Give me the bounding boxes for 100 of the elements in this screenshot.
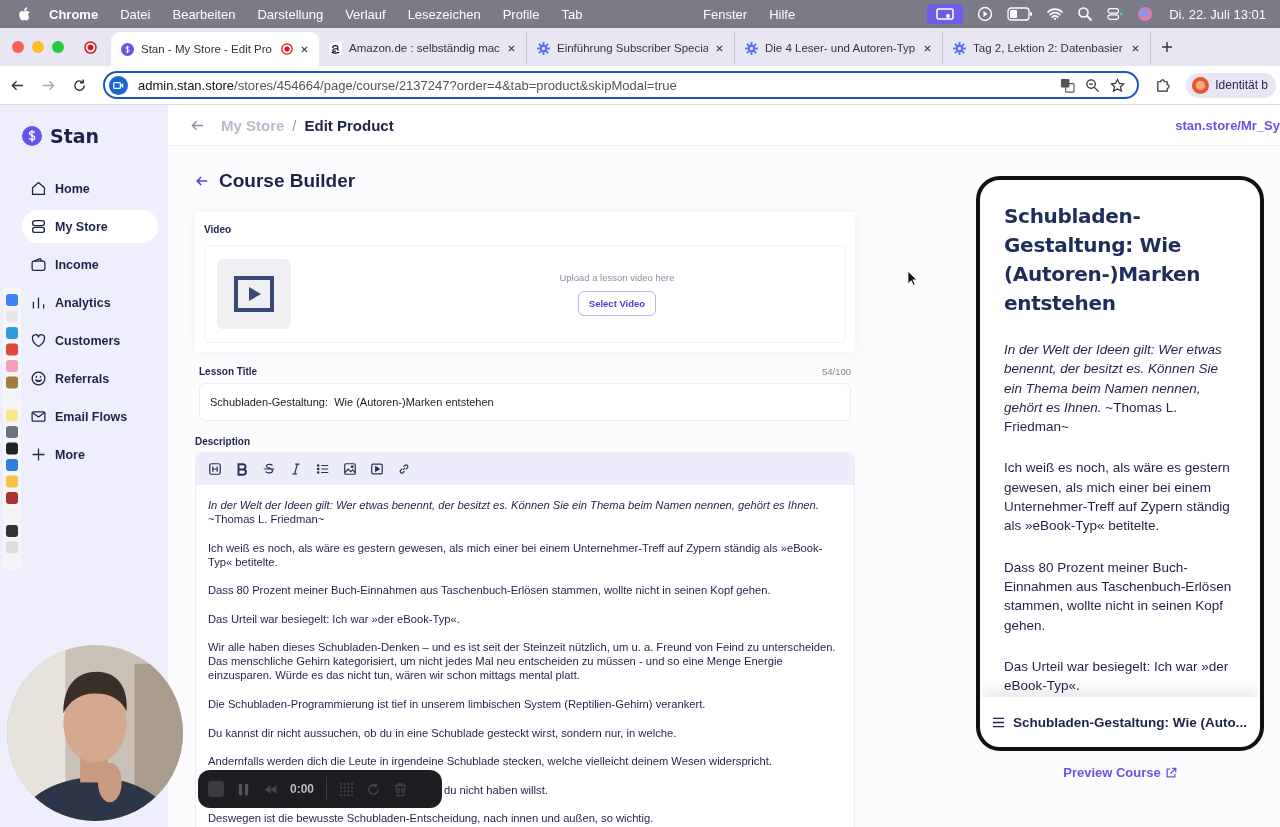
sidebar-item[interactable]: Customers (22, 324, 158, 357)
mouse-cursor-icon (907, 270, 918, 287)
paragraph: Das Urteil war besiegelt: Ich war »der eBook-Typ«. (1004, 657, 1230, 696)
browser-tab[interactable]: Stan - My Store - Edit Pro (111, 32, 319, 66)
paragraph: du nicht haben willst. (444, 782, 548, 797)
upload-hint: Upload a lesson video here (559, 272, 675, 283)
close-icon[interactable] (507, 43, 516, 53)
menu-item[interactable]: Fenster (703, 6, 748, 22)
strike-icon[interactable] (262, 462, 276, 476)
preview-course-link[interactable]: Preview Course (1063, 765, 1177, 780)
menu-item[interactable]: Verlauf (345, 6, 386, 22)
screen-share-icon[interactable] (927, 4, 964, 24)
recording-time: 0:00 (290, 782, 315, 796)
link-icon[interactable] (397, 462, 411, 476)
menu-item[interactable]: Tab (561, 6, 583, 22)
dock-drawing[interactable] (3, 288, 21, 570)
back-arrow-icon[interactable] (195, 174, 209, 188)
close-icon[interactable] (715, 43, 724, 53)
plus-icon (30, 446, 47, 463)
menu-item[interactable]: Lesezeichen (407, 6, 481, 22)
restart-icon[interactable] (366, 781, 382, 797)
menu-item[interactable]: Datei (120, 6, 151, 22)
paragraph: Das Urteil war besiegelt: Ich war »der eBook-Typ«. (208, 611, 461, 626)
search-icon[interactable] (1077, 6, 1094, 22)
paragraph: In der Welt der Ideen gilt: Wer etwas benennt, der besitzt es. Können Sie ein Thema beim Namen nennen, gehört es Ihnen. ~Thomas L. Friedman~ (208, 498, 820, 526)
paragraph: Die Schubladen-Programmierung ist tief in unserem limbischen System (Reptilien-Gehirn) verankert. (208, 696, 707, 711)
browser-tab[interactable]: Die 4 Leser- und Autoren-Typ (735, 32, 943, 64)
close-icon[interactable] (923, 43, 932, 53)
star-icon[interactable] (1110, 77, 1126, 93)
list-icon[interactable] (316, 462, 330, 476)
breadcrumb-separator: / (292, 116, 297, 134)
paragraph: Dass 80 Prozent meiner Buch-Einnahmen aus Taschenbuch-Erlösen stammen, wollte nicht in seinen Kopf gehen. (208, 583, 772, 598)
control-center-icon[interactable] (1107, 6, 1124, 22)
extensions-icon[interactable] (1155, 77, 1171, 93)
paragraph: In der Welt der Ideen gilt: Wer etwas benennt, der besitzt es. Können Sie ein Thema beim Namen nennen, gehört es Ihnen. ~Thomas L. Friedman~ (1004, 341, 1223, 437)
section-title: Course Builder (219, 170, 356, 192)
reload-icon[interactable] (72, 77, 87, 93)
mail-icon (30, 408, 47, 425)
close-icon[interactable] (300, 44, 309, 54)
gear-icon (953, 41, 966, 55)
play-icon[interactable] (977, 6, 994, 22)
lesson-nav-bar[interactable]: Schubladen-Gestaltung: Wie (Auto... (980, 697, 1260, 747)
menu-item[interactable]: Bearbeiten (172, 6, 236, 22)
bars-icon (30, 294, 47, 311)
video-icon[interactable] (370, 462, 384, 476)
paragraph: Ich weiß es noch, als wäre es gestern gewesen, als mich einer bei einem Unternehmer-Treff auf Zypern ständig als »eBook-Typ« betitelte. (208, 540, 824, 569)
battery-icon[interactable] (1007, 7, 1034, 21)
sidebar-item[interactable]: Email Flows (22, 400, 158, 433)
menu-item[interactable]: Hilfe (769, 6, 796, 22)
character-counter: 54/100 (821, 366, 851, 377)
brand-name: Stan (50, 125, 100, 147)
heading-icon[interactable] (208, 462, 222, 476)
sidebar-item[interactable]: Referrals (22, 362, 158, 395)
description-editor[interactable] (195, 452, 855, 827)
sidebar-item[interactable]: Home (22, 172, 158, 205)
record-icon (281, 43, 293, 55)
paragraph: Ich weiß es noch, als wäre es gestern gewesen, als mich einer bei einem Unternehmer-Treff auf Zypern ständig als »eBook-Typ« betitelte. (1004, 459, 1231, 536)
address-bar[interactable]: admin.stan.store/stores/454664/page/course/2137247?order=4&tab=product&skipModal=true (103, 71, 1140, 99)
translate-icon[interactable] (1060, 77, 1076, 93)
dollar-icon (121, 42, 134, 56)
sidebar-item[interactable]: Income (22, 248, 158, 281)
avatar-icon (1192, 76, 1210, 94)
gear-icon (537, 41, 550, 55)
sidebar-item[interactable]: Analytics (22, 286, 158, 319)
field-label: Video (204, 224, 233, 235)
browser-tab[interactable]: Tag 2, Lektion 2: Datenbasier (943, 32, 1151, 64)
store-link[interactable]: stan.store/Mr_Sy (1175, 117, 1280, 133)
new-tab-icon[interactable] (1161, 41, 1173, 53)
video-icon (234, 276, 274, 312)
browser-tab[interactable]: Amazon.de : selbständig mac (319, 32, 527, 64)
clock[interactable]: Di. 22. Juli 13:01 (1169, 6, 1266, 22)
gear-icon (745, 41, 758, 55)
zoom-icon[interactable] (1085, 77, 1101, 93)
heart-icon (30, 332, 47, 349)
menu-icon[interactable] (992, 716, 1005, 728)
paragraph: Andernfalls werden dich die Leute in irgendeine Schublade stecken, welche vielleicht deinem Wesen widerspricht. (208, 754, 773, 769)
page-title: Edit Product (304, 116, 394, 134)
bold-icon[interactable] (235, 462, 249, 476)
menu-item[interactable]: Profile (502, 6, 540, 22)
paragraph: Deswegen ist die bewusste Schubladen-Entscheidung, nach innen und außen, so wichtig. (208, 811, 655, 826)
apple-icon[interactable] (18, 6, 31, 22)
field-label: Lesson Title (199, 366, 258, 377)
menu-item[interactable]: Darstellung (257, 6, 324, 22)
smile-icon (30, 370, 47, 387)
paragraph: Dass 80 Prozent meiner Buch-Einnahmen aus Taschenbuch-Erlösen stammen, wollte nicht in seinen Kopf gehen. (1004, 558, 1233, 635)
logo-icon (22, 126, 42, 146)
camera-icon (109, 75, 128, 95)
select-video-button[interactable]: Select Video (577, 291, 657, 316)
lesson-title-field[interactable]: Schubladen-Gestaltung: Wie (Autoren-)Marken entstehen (199, 383, 851, 421)
paragraph: Du kannst dir nicht aussuchen, ob du in eine Schublade gesteckt wirst, sondern nur, in welche. (208, 725, 678, 740)
image-icon[interactable] (343, 462, 357, 476)
app-menu[interactable]: Chrome (49, 6, 99, 22)
sidebar-item[interactable]: My Store (22, 210, 158, 243)
profile-button[interactable]: Identität b (1186, 72, 1276, 98)
close-icon[interactable] (1131, 43, 1140, 53)
wallet-icon (30, 256, 47, 273)
lesson-heading: Schubladen-Gestaltung: Wie (Autoren-)Marken entstehen (1004, 203, 1202, 317)
wifi-icon[interactable] (1047, 6, 1064, 22)
sidebar-item[interactable]: More (22, 438, 158, 471)
field-label: Description (195, 436, 251, 447)
